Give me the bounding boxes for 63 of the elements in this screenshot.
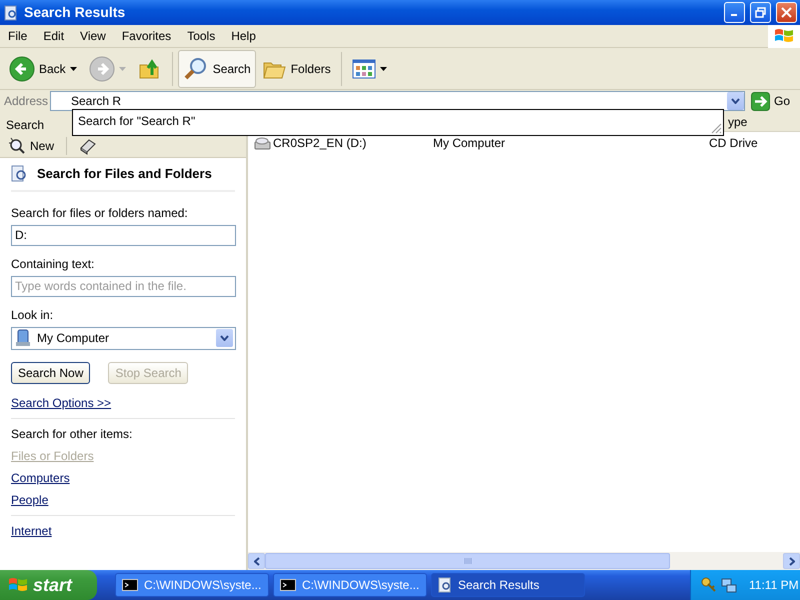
search-pane-button[interactable]: Search Now — [11, 362, 90, 384]
search-options-link[interactable]: Search Options >> — [11, 394, 112, 412]
back-button[interactable]: Back — [4, 50, 82, 88]
chevron-down-icon — [730, 98, 740, 104]
file-name: CR0SP2_EN (D:) — [273, 135, 366, 152]
horizontal-scrollbar[interactable] — [248, 552, 800, 570]
clock: 11:11 PM — [749, 577, 799, 594]
search-icon — [182, 56, 209, 82]
scroll-right-icon — [788, 556, 794, 566]
caret-icon — [70, 66, 77, 70]
field-label: Look in: — [11, 306, 54, 324]
search-document-icon — [438, 577, 452, 593]
network-icon — [721, 577, 737, 593]
caret-icon — [380, 66, 387, 70]
column-header-label: ype — [728, 114, 748, 130]
menu-item[interactable]: Tools — [179, 27, 224, 45]
field-label: Containing text: — [11, 256, 96, 272]
dropdown-button[interactable] — [726, 92, 744, 110]
cd-drive-icon — [254, 136, 271, 150]
taskbar-button[interactable]: Search Results — [431, 573, 585, 597]
restore-icon — [755, 7, 766, 18]
console-icon — [122, 579, 138, 591]
window-title: Search Results — [24, 3, 126, 22]
field-label: Search for files or folders named: — [11, 204, 189, 222]
search-document-icon — [11, 164, 27, 183]
views-icon — [352, 58, 376, 78]
taskbar-button[interactable]: C:\WINDOWS\syste... — [273, 573, 427, 597]
windows-flag-icon — [8, 576, 28, 594]
grip-icon — [464, 558, 472, 564]
resize-grip-icon — [710, 122, 722, 134]
start-button[interactable]: start — [0, 570, 97, 600]
menu-item[interactable]: View — [72, 27, 114, 45]
taskbar-button[interactable]: C:\WINDOWS\syste... — [115, 573, 269, 597]
containing-text-field[interactable]: Type words contained in the file. — [11, 276, 236, 296]
keys-icon — [701, 577, 717, 593]
console-icon — [280, 579, 296, 591]
chevron-down-icon — [220, 335, 229, 341]
address-field[interactable]: Search R — [50, 91, 745, 111]
address-label: Address — [4, 93, 46, 110]
folders-button[interactable]: Folders — [258, 50, 336, 88]
restore-button[interactable] — [750, 2, 771, 23]
look-in-dropdown[interactable]: My Computer — [11, 326, 236, 350]
close-button[interactable] — [776, 2, 797, 23]
search-button[interactable]: Search — [178, 50, 256, 88]
menu-item[interactable]: Favorites — [114, 27, 180, 45]
window-icon — [3, 4, 19, 20]
close-icon — [781, 7, 792, 18]
pane-heading: Search for Files and Folders — [37, 165, 212, 183]
name-field[interactable]: D: — [11, 224, 236, 246]
table-cell-text: CD Drive — [709, 135, 759, 152]
search-link[interactable]: Computers — [11, 468, 70, 486]
search-link[interactable]: People — [11, 490, 48, 508]
section-label: Search for other items: — [11, 426, 134, 442]
menu-item[interactable]: Help — [223, 27, 264, 45]
minimize-button[interactable] — [724, 2, 745, 23]
menu-item[interactable]: File — [0, 27, 36, 45]
table-cell-text: My Computer — [433, 135, 506, 152]
caret-icon — [118, 66, 126, 70]
internet-link[interactable]: Internet — [11, 522, 52, 540]
go-button[interactable]: Go — [748, 92, 798, 110]
menu-item[interactable]: Edit — [35, 27, 72, 45]
new-search-icon — [8, 136, 26, 154]
scroll-left-icon — [254, 556, 260, 566]
